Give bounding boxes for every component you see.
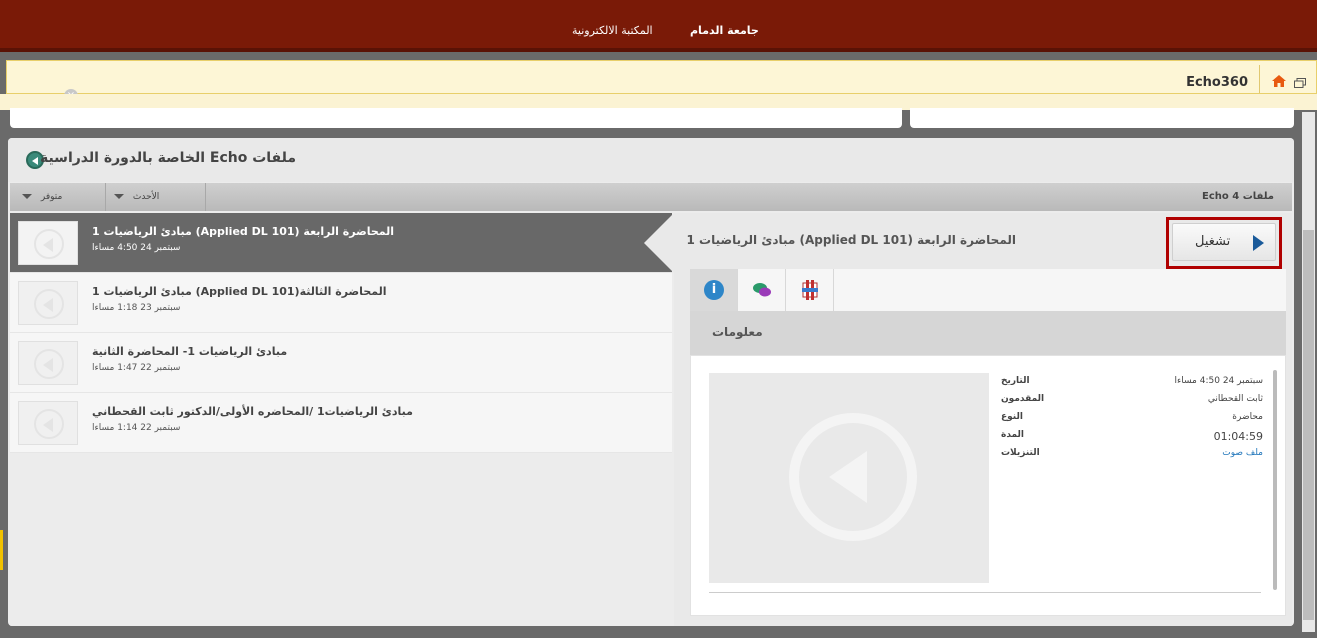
tab-discussion[interactable] [738,269,786,311]
chevron-down-icon [22,194,32,199]
lecture-title: مبادئ الرياضيات 1- المحاضرة الثانية [92,345,288,358]
play-circle-icon [34,409,64,439]
breadcrumb-echo360[interactable]: Echo360 [1186,75,1248,90]
play-circle-icon [34,349,64,379]
section-header: معلومات [690,311,1286,355]
lecture-date: سبتمبر 22 1:47 مساءا [92,363,181,373]
info-icon: i [704,280,724,300]
lecture-title: مبادئ الرياضيات1 /المحاضره الأولى/الدكتو… [92,405,413,418]
detail-tabs: i [690,269,1286,311]
filter-available-label: متوفر [40,192,63,202]
lecture-thumbnail[interactable] [18,401,78,445]
meta-presenter-value: ثابت القحطاني [1207,394,1263,404]
play-icon [1253,235,1264,251]
meta-row-downloads: التنزيلات ملف صوت [1001,448,1263,466]
meta-row-presenter: المقدمون ثابت القحطاني [1001,394,1263,412]
list-item[interactable]: المحاضرة الرابعة (Applied DL 101) مبادئ … [10,213,672,273]
tab-slides[interactable] [786,269,834,311]
breadcrumb-divider [1259,65,1260,93]
meta-downloads-label: التنزيلات [1001,448,1040,458]
lecture-date: سبتمبر 22 1:14 مساءا [92,423,181,433]
detail-title: المحاضرة الرابعة (Applied DL 101) مبادئ … [686,233,1016,247]
list-item[interactable]: مبادئ الرياضيات 1- المحاضرة الثانية سبتم… [10,333,672,393]
audio-file-link[interactable]: ملف صوت [1222,448,1263,458]
meta-duration-label: المدة [1001,430,1025,440]
meta-presenter-label: المقدمون [1001,394,1045,404]
nav-link-dammam-university[interactable]: جامعة الدمام [690,24,759,37]
page-scrollbar-thumb[interactable] [1303,230,1314,620]
meta-row-type: النوع محاضرة [1001,412,1263,430]
ghost-panel-left [10,108,902,128]
list-item[interactable]: المحاضرة الثالثة(Applied DL 101) مبادئ ا… [10,273,672,333]
lecture-title: المحاضرة الثالثة(Applied DL 101) مبادئ ا… [92,285,387,298]
divider [709,592,1261,593]
play-circle-icon [34,289,64,319]
side-tab-edge [0,530,3,570]
metadata-scrollbar[interactable] [1273,370,1277,590]
video-preview[interactable] [709,373,989,583]
window-icon[interactable] [1294,78,1306,88]
home-icon[interactable] [1272,75,1286,87]
filter-latest-dropdown[interactable]: الأحدث [108,183,206,211]
lecture-title: المحاضرة الرابعة (Applied DL 101) مبادئ … [92,225,395,238]
top-navigation: جامعة الدمام المكتبة الالكترونية [0,0,1317,52]
meta-row-duration: المدة 01:04:59 [1001,430,1263,448]
lecture-date: سبتمبر 23 1:18 مساءا [92,303,181,313]
meta-row-date: التاريخ سبتمبر 24 4:50 مساءا [1001,376,1263,394]
panel-header: الخاصة بالدورة الدراسية Echo ملفات [8,138,1294,182]
panel-title: الخاصة بالدورة الدراسية Echo ملفات [39,150,296,166]
lecture-metadata: التاريخ سبتمبر 24 4:50 مساءا المقدمون ثا… [1001,376,1263,466]
slides-icon [802,280,818,300]
play-circle-icon [34,229,64,259]
play-circle-icon [789,413,917,541]
info-content: التاريخ سبتمبر 24 4:50 مساءا المقدمون ثا… [690,355,1286,616]
tab-info[interactable]: i [690,269,738,311]
meta-duration-value: 01:04:59 [1213,430,1263,443]
meta-type-label: النوع [1001,412,1023,422]
meta-type-value: محاضرة [1232,412,1263,422]
lecture-thumbnail[interactable] [18,341,78,385]
filter-bar: متوفر الأحدث Echo 4 ملفات [10,183,1292,211]
list-empty-area [10,453,672,626]
meta-date-label: التاريخ [1001,376,1030,386]
echo-files-panel: الخاصة بالدورة الدراسية Echo ملفات متوفر… [8,138,1294,626]
lecture-list: المحاضرة الرابعة (Applied DL 101) مبادئ … [10,213,672,453]
selection-pointer [644,213,674,273]
discussion-icon [753,283,771,297]
files-count: Echo 4 ملفات [1202,191,1274,202]
filter-available-dropdown[interactable]: متوفر [16,183,106,211]
lecture-detail: المحاضرة الرابعة (Applied DL 101) مبادئ … [674,213,1292,626]
lecture-thumbnail[interactable] [18,221,78,265]
section-title: معلومات [712,325,763,339]
chevron-down-icon [114,194,124,199]
ghost-panel-right [910,108,1294,128]
list-item[interactable]: مبادئ الرياضيات1 /المحاضره الأولى/الدكتو… [10,393,672,453]
lecture-thumbnail[interactable] [18,281,78,325]
play-label: تشغيل [1195,234,1231,249]
nav-link-e-library[interactable]: المكتبة الالكترونية [572,24,653,37]
lecture-date: سبتمبر 24 4:50 مساءا [92,243,181,253]
breadcrumb: × Echo360 [6,60,1317,103]
play-button[interactable]: تشغيل [1172,223,1276,261]
filter-latest-label: الأحدث [132,192,160,202]
meta-date-value: سبتمبر 24 4:50 مساءا [1174,376,1263,386]
